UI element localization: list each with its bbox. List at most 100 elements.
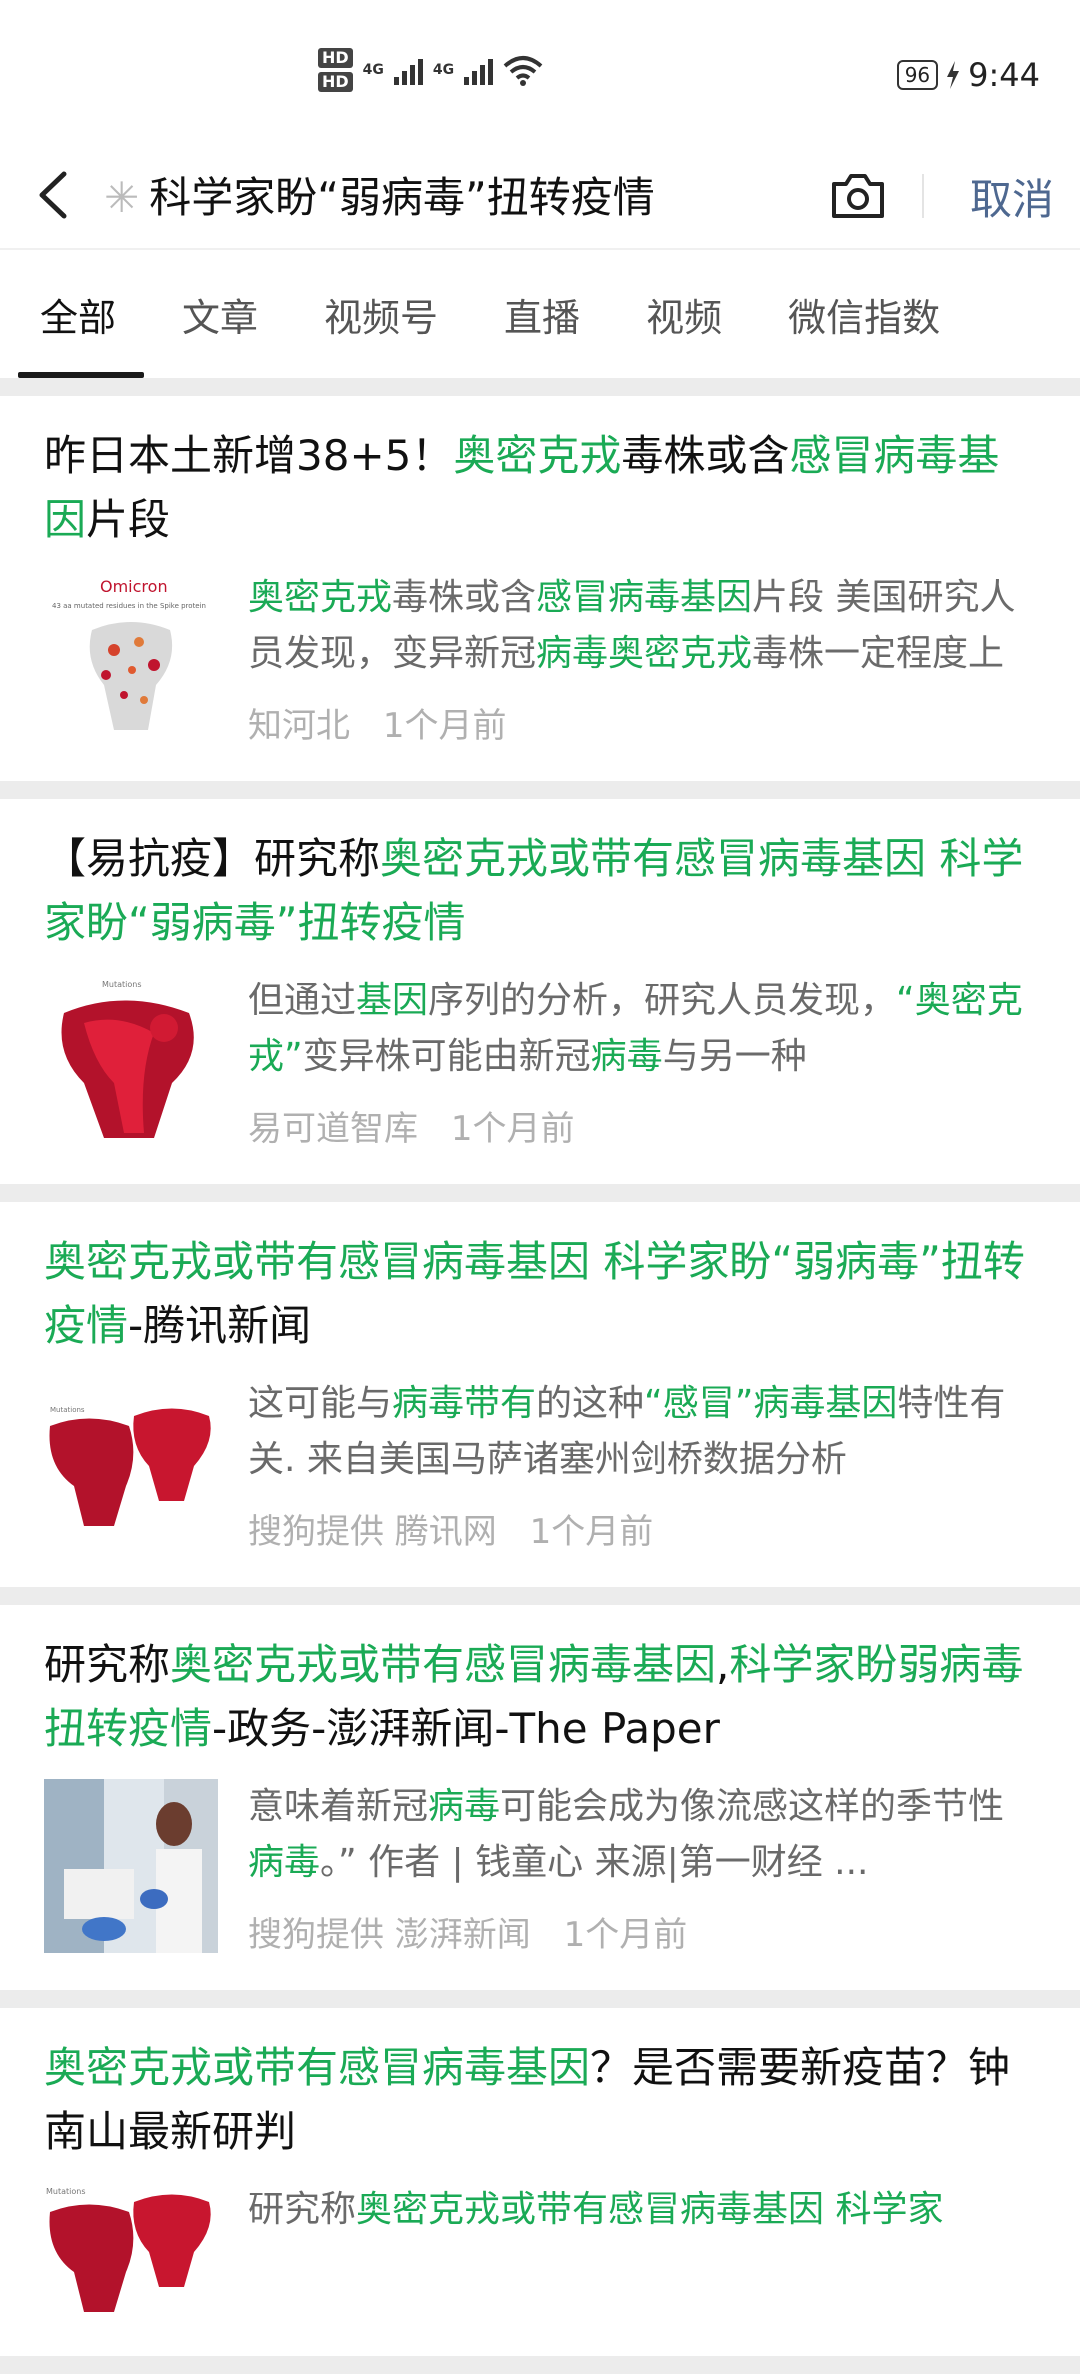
text-segment: 毒株或含 — [392, 577, 537, 618]
text-segment: 研究称 — [248, 2189, 357, 2230]
search-query: 科学家盼“弱病毒”扭转疫情 — [149, 173, 655, 222]
highlight-keyword: 病毒 — [428, 1786, 501, 1827]
result-thumbnail: Mutations — [44, 2182, 218, 2356]
thumb-label: Mutations — [102, 980, 142, 989]
hd-badges: HD HD — [318, 48, 353, 92]
result-source: 搜狗提供 腾讯网 — [248, 1512, 497, 1552]
status-bar: HD HD 4G 4G 96 9:44 — [0, 0, 1080, 150]
spike-protein-image: Mutations — [44, 2182, 218, 2356]
text-segment: 【易抗疫】研究称 — [44, 834, 381, 883]
text-segment: 研究称 — [44, 1640, 171, 1689]
result-source: 易可道智库 — [248, 1109, 418, 1149]
highlight-keyword: 奥密克戎或带有感冒病毒基因 科学家 — [356, 2189, 944, 2230]
cancel-button[interactable]: 取消 — [970, 166, 1054, 227]
result-meta: 知河北 1个月前 — [248, 698, 1040, 781]
results-list: 昨日本土新增38+5！奥密克戎毒株或含感冒病毒基因片段 Omicron 43 a… — [0, 396, 1080, 2374]
text-segment: 的这种 — [536, 1383, 645, 1424]
search-divider — [922, 174, 924, 218]
result-meta: 搜狗提供 澎湃新闻 1个月前 — [248, 1907, 1040, 1990]
highlight-keyword: 病毒 — [248, 1842, 321, 1883]
highlight-keyword: 病毒带有 — [392, 1383, 537, 1424]
result-time: 1个月前 — [382, 706, 507, 746]
text-segment: , — [716, 1640, 730, 1689]
highlight-keyword: 奥密克戎 — [453, 431, 622, 480]
tab-all[interactable]: 全部 — [40, 287, 116, 342]
text-segment: 这可能与 — [248, 1383, 393, 1424]
loading-spinner-icon: ✳ — [104, 173, 140, 222]
result-title: 奥密克戎或带有感冒病毒基因 科学家盼“弱病毒”扭转疫情-腾讯新闻 — [44, 1202, 1040, 1358]
result-item[interactable]: 昨日本土新增38+5！奥密克戎毒株或含感冒病毒基因片段 Omicron 43 a… — [0, 396, 1080, 799]
result-source: 知河北 — [248, 706, 350, 746]
result-item[interactable]: 奥密克戎或带有感冒病毒基因 科学家盼“弱病毒”扭转疫情-腾讯新闻 Mutatio… — [0, 1202, 1080, 1605]
result-thumbnail: Omicron 43 aa mutated residues in the Sp… — [44, 570, 218, 744]
result-snippet: 但通过基因序列的分析，研究人员发现，“奥密克戎”变异株可能由新冠病毒与另一种 — [248, 973, 1040, 1085]
result-time: 1个月前 — [450, 1109, 575, 1149]
highlight-keyword: 病毒奥密克戎 — [536, 633, 753, 674]
tab-live[interactable]: 直播 — [504, 287, 580, 342]
network-indicators: HD HD 4G 4G — [318, 48, 543, 92]
thumb-label: Omicron — [100, 577, 168, 596]
clock: 9:44 — [968, 56, 1040, 94]
result-title: 昨日本土新增38+5！奥密克戎毒株或含感冒病毒基因片段 — [44, 396, 1040, 552]
highlight-keyword: 奥密克戎或带有感冒病毒基因 — [44, 2043, 591, 2092]
thumb-label: Mutations — [46, 2187, 86, 2196]
result-time: 1个月前 — [563, 1915, 688, 1955]
result-title: 研究称奥密克戎或带有感冒病毒基因,科学家盼弱病毒扭转疫情-政务-澎湃新闻-The… — [44, 1605, 1040, 1761]
status-right: 96 9:44 — [896, 56, 1040, 94]
text-segment: 与另一种 — [662, 1036, 807, 1077]
result-item[interactable]: 【易抗疫】研究称奥密克戎或带有感冒病毒基因 科学家盼“弱病毒”扭转疫情 Muta… — [0, 799, 1080, 1202]
highlight-keyword: 奥密克戎 — [248, 577, 393, 618]
result-title: 奥密克戎或带有感冒病毒基因？是否需要新疫苗？钟南山最新研判 — [44, 2008, 1040, 2164]
highlight-keyword: “感冒”病毒基因 — [644, 1383, 898, 1424]
result-meta: 易可道智库 1个月前 — [248, 1101, 1040, 1184]
charging-icon — [947, 61, 960, 89]
result-meta: 搜狗提供 腾讯网 1个月前 — [248, 1504, 1040, 1587]
tab-channels[interactable]: 视频号 — [324, 287, 438, 342]
hd-badge-2: HD — [318, 72, 353, 92]
search-bar: ✳ 科学家盼“弱病毒”扭转疫情 取消 — [0, 138, 1080, 250]
result-item[interactable]: 研究称奥密克戎或带有感冒病毒基因,科学家盼弱病毒扭转疫情-政务-澎湃新闻-The… — [0, 1605, 1080, 2008]
text-segment: 。” 作者 | 钱童心 来源|第一财经 ... — [320, 1842, 869, 1883]
active-tab-indicator — [18, 372, 144, 378]
section-gap — [0, 378, 1080, 396]
search-input[interactable]: ✳ 科学家盼“弱病毒”扭转疫情 — [104, 164, 655, 225]
result-thumbnail — [44, 1779, 218, 1953]
tab-wechat-index[interactable]: 微信指数 — [788, 287, 940, 342]
spike-protein-image: Mutations — [44, 1376, 218, 1550]
thumb-caption: 43 aa mutated residues in the Spike prot… — [52, 602, 206, 610]
result-snippet: 意味着新冠病毒可能会成为像流感这样的季节性病毒。” 作者 | 钱童心 来源|第一… — [248, 1779, 1040, 1891]
camera-icon[interactable] — [830, 170, 886, 220]
text-segment: -腾讯新闻 — [128, 1301, 312, 1350]
result-time: 1个月前 — [529, 1512, 654, 1552]
signal-icon-1 — [393, 55, 423, 85]
back-arrow-icon[interactable] — [34, 170, 74, 220]
text-segment: -政务-澎湃新闻-The Paper — [212, 1704, 720, 1753]
highlight-keyword: 奥密克戎或带有感冒病毒基因 — [170, 1640, 717, 1689]
text-segment: 序列的分析，研究人员发现， — [428, 980, 897, 1021]
text-segment: 片段 — [86, 495, 171, 544]
spike-protein-image: Omicron 43 aa mutated residues in the Sp… — [44, 570, 218, 744]
result-snippet: 奥密克戎毒株或含感冒病毒基因片段 美国研究人员发现，变异新冠病毒奥密克戎毒株一定… — [248, 570, 1040, 682]
text-segment: 毒株一定程度上 — [752, 633, 1005, 674]
text-segment: 昨日本土新增38+5！ — [44, 431, 454, 480]
network-label-2: 4G — [432, 62, 455, 78]
text-segment: 可能会成为像流感这样的季节性 — [500, 1786, 1005, 1827]
text-segment: 毒株或含 — [621, 431, 790, 480]
tab-videos[interactable]: 视频 — [646, 287, 722, 342]
tab-articles[interactable]: 文章 — [182, 287, 258, 342]
text-segment: 但通过 — [248, 980, 357, 1021]
result-source: 搜狗提供 澎湃新闻 — [248, 1915, 531, 1955]
hd-badge-1: HD — [318, 48, 353, 68]
result-thumbnail: Mutations — [44, 973, 218, 1147]
signal-icon-2 — [464, 55, 494, 85]
result-thumbnail: Mutations — [44, 1376, 218, 1550]
text-segment: 意味着新冠 — [248, 1786, 429, 1827]
highlight-keyword: 感冒病毒基因 — [536, 577, 753, 618]
result-item[interactable]: 奥密克戎或带有感冒病毒基因？是否需要新疫苗？钟南山最新研判 Mutations … — [0, 2008, 1080, 2374]
category-tabs: 全部 文章 视频号 直播 视频 微信指数 — [0, 250, 1080, 378]
network-label-1: 4G — [362, 62, 384, 78]
result-snippet: 研究称奥密克戎或带有感冒病毒基因 科学家 — [248, 2182, 1040, 2238]
text-segment: 变异株可能由新冠 — [302, 1036, 591, 1077]
spike-protein-image: Mutations — [44, 973, 218, 1147]
lab-photo — [44, 1779, 218, 1953]
